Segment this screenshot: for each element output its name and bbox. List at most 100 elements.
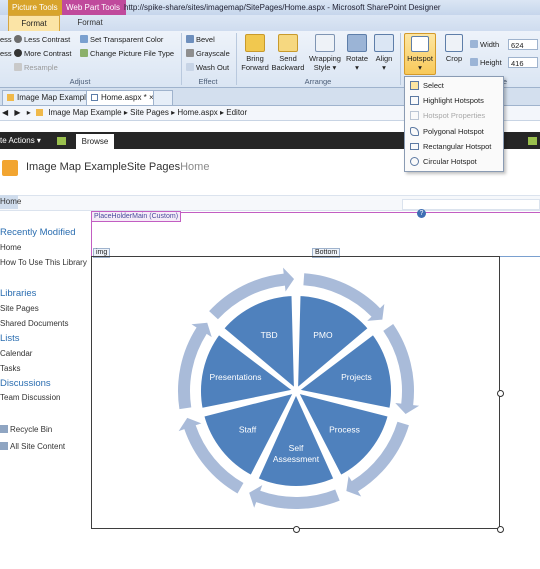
change-picture-file-type-button[interactable]: Change Picture File Type [80,49,174,58]
ql-shared-documents[interactable]: Shared Documents [0,319,68,328]
cycle-segment-label: Process [329,425,360,435]
bring-forward-icon [245,34,265,52]
cycle-segment-label: TBD [261,330,278,340]
bevel-icon [186,35,194,43]
crop-icon [445,34,463,52]
less-contrast-button[interactable]: Less Contrast [14,35,70,44]
bring-forward-button[interactable]: Bring Forward [238,34,272,72]
align-button[interactable]: Align ▾ [372,34,396,72]
new-tab-button[interactable] [153,90,173,105]
polygon-icon [410,127,419,136]
wrapping-style-icon [315,34,335,52]
wash-out-button[interactable]: Wash Out [186,63,229,72]
highlight-icon [410,96,419,105]
width-input[interactable]: 624 [508,39,538,50]
hotspot-button[interactable]: Hotspot ▾ [404,33,436,75]
ql-libraries[interactable]: Libraries [0,288,36,299]
edit-page-icon[interactable] [57,137,66,145]
resize-handle-bottom[interactable] [293,526,300,533]
group-separator [400,33,401,85]
picture-tools-context: Picture Tools [8,0,68,15]
bevel-button[interactable]: Bevel [186,35,215,44]
site-content-icon [0,442,8,450]
user-icon[interactable] [528,137,537,145]
selected-image[interactable]: TBD PMO Projects Process Self Assessment Staff… [91,256,500,529]
cycle-segment-label: Projects [341,372,372,382]
cycle-segment-label: Presentations [210,372,262,382]
send-backward-icon [278,34,298,52]
ql-recycle-bin[interactable]: Recycle Bin [0,425,52,434]
menu-polygonal-hotspot[interactable]: Polygonal Hotspot [407,124,501,139]
help-icon[interactable]: ? [417,209,426,218]
wrapping-style-button[interactable]: Wrapping Style ▾ [306,34,344,72]
site-title: Image Map ExampleSite PagesHome [26,161,210,173]
grayscale-button[interactable]: Grayscale [186,49,230,58]
cycle-segment-label: Staff [239,425,257,435]
back-icon[interactable]: ◀ [2,108,8,117]
placeholder-main-label[interactable]: PlaceHolderMain (Custom) [91,211,182,222]
breadcrumb-editor[interactable]: Editor [226,108,247,117]
tab-format-picture[interactable]: Format [8,15,60,31]
rotate-button[interactable]: Rotate ▾ [344,34,370,72]
forward-icon[interactable]: ▶ [14,108,20,117]
doc-tab-image-map-example[interactable]: Image Map Example [2,90,96,105]
doc-tab-home-aspx[interactable]: Home.aspx * × [86,90,159,105]
ql-tasks[interactable]: Tasks [0,364,20,373]
ql-recently-modified: Recently Modified [0,227,76,238]
height-input[interactable]: 416 [508,57,538,68]
ql-recent-how-to[interactable]: How To Use This Library [0,258,87,267]
cycle-diagram: TBD PMOProjectsProcessSelf AssessmentStaff… [178,267,420,509]
menu-rectangular-hotspot[interactable]: Rectangular Hotspot [407,139,501,154]
resize-handle-right[interactable] [497,390,504,397]
ql-all-site-content[interactable]: All Site Content [0,442,65,451]
effect-group-label: Effect [198,77,218,86]
resize-handle-corner[interactable] [497,526,504,533]
send-backward-button[interactable]: Send Backward [270,34,306,72]
eyedropper-icon [80,35,88,43]
breadcrumb-site[interactable]: Image Map Example [48,108,121,117]
menu-circular-hotspot[interactable]: Circular Hotspot [407,154,501,169]
group-separator [181,33,182,85]
ql-discussions[interactable]: Discussions [0,378,51,389]
breadcrumb-site-pages[interactable]: Site Pages [130,108,169,117]
breadcrumb-home-aspx[interactable]: Home.aspx [177,108,217,117]
rotate-icon [347,34,367,52]
circle-icon [410,157,419,166]
partial-label-2: ess [0,49,12,58]
cycle-segment-label: PMO [313,330,333,340]
group-separator [236,33,237,85]
menu-hotspot-properties[interactable]: Hotspot Properties [407,108,501,123]
menu-select[interactable]: Select [407,78,501,93]
contrast-icon [14,49,22,57]
hotspot-menu: Select Highlight Hotspots Hotspot Proper… [404,76,504,172]
select-icon [410,81,419,90]
site-actions-menu[interactable]: te Actions ▾ [0,132,41,149]
set-transparent-color-button[interactable]: Set Transparent Color [80,35,163,44]
adjust-group-label: Adjust [69,77,91,86]
align-icon [374,34,394,52]
ql-team-discussion[interactable]: Team Discussion [0,393,60,402]
arrange-group-label: Arrange [304,77,332,86]
crop-button[interactable]: Crop [440,34,468,63]
contrast-icon [14,35,22,43]
width-icon [470,40,478,48]
grayscale-icon [186,49,194,57]
more-contrast-button[interactable]: More Contrast [14,49,72,58]
ql-recent-home[interactable]: Home [0,243,21,252]
ql-calendar[interactable]: Calendar [0,349,32,358]
browse-tab[interactable]: Browse [76,134,114,149]
rectangle-icon [410,143,419,150]
height-label: Height [470,58,502,67]
top-nav-home[interactable]: Home [0,197,21,206]
web-part-tools-context: Web Part Tools [62,0,126,15]
menu-highlight-hotspots[interactable]: Highlight Hotspots [407,93,501,108]
site-logo-icon [2,160,18,176]
hotspot-icon [411,36,429,52]
width-label: Width [470,40,499,49]
tab-format-webpart[interactable]: Format [62,15,118,31]
resample-button[interactable]: Resample [14,63,58,72]
wash-out-icon [186,63,194,71]
ql-lists[interactable]: Lists [0,333,20,344]
properties-icon [410,111,419,120]
ql-site-pages[interactable]: Site Pages [0,304,39,313]
